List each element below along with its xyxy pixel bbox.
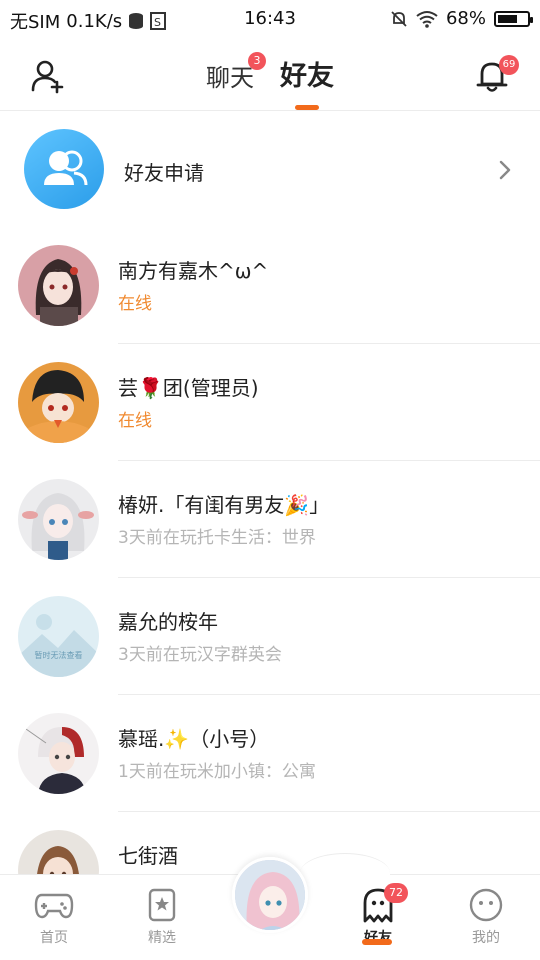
friend-request-label: 好友申请 [124,161,204,185]
friend-avatar [18,362,99,443]
nav-home-label: 首页 [40,930,68,946]
friend-status: 在线 [118,294,152,314]
friend-request-row[interactable]: 好友申请 [0,111,540,227]
friend-name: 七街酒 [118,844,178,868]
avatar-image [18,362,99,443]
friend-avatar [18,479,99,560]
friend-name: 芸🌹团(管理员) [118,376,259,400]
nav-me-label: 我的 [472,930,500,946]
battery-fill [498,14,518,23]
top-header: 聊天 3 好友 69 [0,38,540,111]
avatar-image [18,479,99,560]
status-bar: 无SIM 0.1K/s S 16:43 68% [0,0,540,38]
avatar-image [18,713,99,794]
friend-name: 慕瑶.✨（小号） [118,727,270,751]
mute-bell-icon [391,10,407,27]
friend-avatar [18,713,99,794]
friend-request-avatar [24,129,104,209]
tab-chat[interactable]: 聊天 3 [206,52,266,93]
nav-featured-label: 精选 [148,930,176,946]
avatar-placeholder-image [18,596,99,677]
friend-row[interactable]: 椿妍.「有闺有男友🎉」 3天前在玩托卡生活：世界 [0,461,540,578]
avatar-unavailable-text: 暂时无法查看 [34,651,83,660]
nav-friends-badge: 72 [384,883,408,903]
nav-active-indicator [362,939,392,945]
friend-row[interactable]: 慕瑶.✨（小号） 1天前在玩米加小镇：公寓 [0,695,540,812]
friends-screen: 无SIM 0.1K/s S 16:43 68% 聊天 3 好友 69 好友申请 … [0,0,540,960]
bottom-nav: 首页 精选 好友 72 我的 [0,853,540,960]
friend-row[interactable]: 南方有嘉木^ω^ 在线 [0,227,540,344]
star-bookmark-icon [148,888,176,922]
avatar-image [18,245,99,326]
battery-icon [494,10,533,27]
active-tab-indicator [295,105,319,110]
wifi-icon [416,10,438,28]
friends-group-icon [44,150,88,186]
face-icon [469,888,503,922]
friend-status: 3天前在玩托卡生活：世界 [118,528,316,548]
friend-status: 在线 [118,411,152,431]
tab-friends[interactable]: 好友 [280,54,334,93]
battery-percent: 68% [445,8,486,29]
friend-name: 椿妍.「有闺有男友🎉」 [118,493,330,517]
nav-me[interactable]: 我的 [446,887,526,947]
friend-name: 南方有嘉木^ω^ [118,259,269,283]
chat-badge: 3 [248,52,266,70]
nav-featured[interactable]: 精选 [122,887,202,947]
tab-friends-label: 好友 [280,61,334,92]
friend-row[interactable]: 暂时无法查看 嘉允的桉年 3天前在玩汉字群英会 [0,578,540,695]
top-tabs: 聊天 3 好友 [0,52,540,93]
profile-avatar-center-button[interactable] [232,857,308,933]
status-right: 68% [390,8,533,29]
friend-avatar [18,245,99,326]
chevron-right-icon [499,160,511,180]
friend-avatar: 暂时无法查看 [18,596,99,677]
tab-chat-label: 聊天 [206,64,254,92]
avatar-image [235,860,305,930]
friend-status: 3天前在玩汉字群英会 [118,645,282,665]
friend-row[interactable]: 芸🌹团(管理员) 在线 [0,344,540,461]
gamepad-icon [34,893,74,919]
nav-home[interactable]: 首页 [14,887,94,947]
notification-badge: 69 [499,55,519,75]
friend-name: 嘉允的桉年 [118,610,218,634]
friend-status: 1天前在玩米加小镇：公寓 [118,762,316,782]
